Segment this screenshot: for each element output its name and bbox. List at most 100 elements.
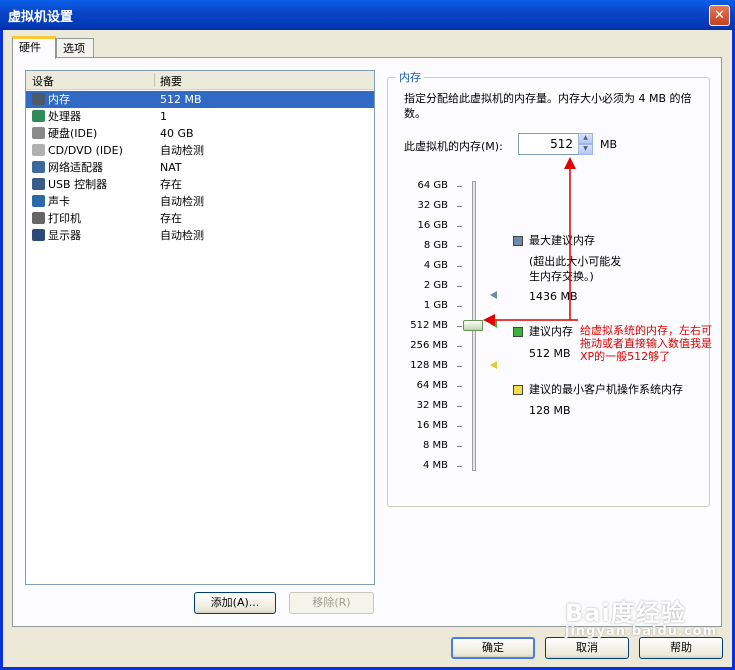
memory-spinner[interactable]: ▲ ▼ xyxy=(578,133,593,155)
watermark-url: jingyan.baidu.com xyxy=(565,624,718,639)
harddisk-icon xyxy=(32,127,45,139)
tab-hardware[interactable]: 硬件 xyxy=(12,36,56,59)
baidu-watermark: Bai度经验 jingyan.baidu.com xyxy=(565,593,717,639)
ok-button[interactable]: 确定 xyxy=(451,637,535,659)
recommended-legend-title: 建议内存 xyxy=(529,325,573,338)
device-summary: 1 xyxy=(160,110,167,123)
scale-tick xyxy=(457,426,462,427)
recommended-legend-value: 512 MB xyxy=(529,347,571,360)
max-legend-icon xyxy=(513,236,523,246)
monitor-icon xyxy=(32,229,45,241)
scale-label: 32 MB xyxy=(416,400,448,411)
device-list[interactable]: 设备 摘要 内存 512 MB 处理器 1 硬盘(IDE) 40 GB CD/DVD (ID… xyxy=(25,70,375,585)
minimum-legend-icon xyxy=(513,385,523,395)
device-summary: 512 MB xyxy=(160,91,202,108)
spin-up-icon[interactable]: ▲ xyxy=(578,133,593,144)
device-list-header: 设备 摘要 xyxy=(26,71,374,90)
tab-options[interactable]: 选项 xyxy=(56,38,94,58)
memory-input[interactable]: 512 xyxy=(518,133,579,155)
window-title: 虚拟机设置 xyxy=(8,10,74,25)
max-marker-icon xyxy=(490,291,497,299)
device-name: 内存 xyxy=(48,91,70,108)
device-row[interactable]: 声卡 自动检测 xyxy=(26,193,374,210)
memory-icon xyxy=(32,93,45,105)
remove-button[interactable]: 移除(R) xyxy=(289,592,374,614)
device-summary: 存在 xyxy=(160,178,182,191)
device-name: 硬盘(IDE) xyxy=(48,127,98,140)
scale-label: 4 MB xyxy=(422,460,448,471)
device-summary: 自动检测 xyxy=(160,144,204,157)
annotation-text: 给虚拟系统的内存，左右可拖动或者直接输入数值我是XP的一般512够了 xyxy=(580,324,712,363)
scale-label: 4 GB xyxy=(423,260,448,271)
close-icon[interactable]: ✕ xyxy=(709,5,730,26)
cancel-button[interactable]: 取消 xyxy=(545,637,629,659)
device-name: 打印机 xyxy=(48,212,81,225)
recommended-marker-icon xyxy=(490,320,497,328)
minimum-legend-value: 128 MB xyxy=(529,404,571,417)
scale-tick xyxy=(457,326,462,327)
minimum-marker-icon xyxy=(490,361,497,369)
device-row[interactable]: 内存 512 MB xyxy=(26,91,374,108)
scale-tick xyxy=(457,206,462,207)
device-row[interactable]: 硬盘(IDE) 40 GB xyxy=(26,125,374,142)
scale-tick xyxy=(457,386,462,387)
column-summary[interactable]: 摘要 xyxy=(160,73,182,89)
scale-label: 16 GB xyxy=(417,220,448,231)
scale-tick xyxy=(457,186,462,187)
memory-slider-thumb[interactable] xyxy=(463,320,483,331)
device-row[interactable]: 网络适配器 NAT xyxy=(26,159,374,176)
scale-tick xyxy=(457,306,462,307)
device-name: USB 控制器 xyxy=(48,178,108,191)
scale-tick xyxy=(457,246,462,247)
device-name: 显示器 xyxy=(48,229,81,242)
scale-label: 32 GB xyxy=(417,200,448,211)
max-legend-note: (超出此大小可能发生内存交换。) xyxy=(529,255,622,283)
device-row[interactable]: 处理器 1 xyxy=(26,108,374,125)
scale-label: 8 MB xyxy=(422,440,448,451)
device-row[interactable]: CD/DVD (IDE) 自动检测 xyxy=(26,142,374,159)
column-device[interactable]: 设备 xyxy=(32,73,54,89)
scale-label: 1 GB xyxy=(423,300,448,311)
memory-group-title: 内存 xyxy=(396,69,424,85)
scale-label: 512 MB xyxy=(410,320,448,331)
title-bar[interactable]: 虚拟机设置 ✕ xyxy=(0,0,735,30)
device-summary: 自动检测 xyxy=(160,229,204,242)
device-summary: 存在 xyxy=(160,212,182,225)
max-legend-title: 最大建议内存 xyxy=(529,234,595,247)
spin-down-icon[interactable]: ▼ xyxy=(578,144,593,155)
add-button[interactable]: 添加(A)... xyxy=(194,592,276,614)
memory-field-label: 此虚拟机的内存(M): xyxy=(404,140,503,153)
printer-icon xyxy=(32,212,45,224)
minimum-legend-title: 建议的最小客户机操作系统内存 xyxy=(529,383,683,396)
memory-unit: MB xyxy=(600,138,618,151)
network-icon xyxy=(32,161,45,173)
scale-tick xyxy=(457,466,462,467)
device-name: 处理器 xyxy=(48,110,81,123)
help-button[interactable]: 帮助 xyxy=(639,637,723,659)
device-summary: 自动检测 xyxy=(160,195,204,208)
device-name: 网络适配器 xyxy=(48,161,103,174)
scale-label: 64 MB xyxy=(416,380,448,391)
scale-tick xyxy=(457,366,462,367)
scale-label: 16 MB xyxy=(416,420,448,431)
watermark-brand: Bai度经验 xyxy=(565,599,686,627)
recommended-legend-icon xyxy=(513,327,523,337)
scale-label: 2 GB xyxy=(423,280,448,291)
memory-description: 指定分配给此虚拟机的内存量。内存大小必须为 4 MB 的倍数。 xyxy=(404,92,692,120)
device-row[interactable]: 显示器 自动检测 xyxy=(26,227,374,244)
scale-tick xyxy=(457,446,462,447)
device-row[interactable]: 打印机 存在 xyxy=(26,210,374,227)
device-name: CD/DVD (IDE) xyxy=(48,144,123,157)
cpu-icon xyxy=(32,110,45,122)
scale-tick xyxy=(457,286,462,287)
device-summary: NAT xyxy=(160,161,182,174)
device-row[interactable]: USB 控制器 存在 xyxy=(26,176,374,193)
device-summary: 40 GB xyxy=(160,127,194,140)
device-name: 声卡 xyxy=(48,195,70,208)
scale-tick xyxy=(457,346,462,347)
scale-label: 256 MB xyxy=(410,340,448,351)
max-legend-value: 1436 MB xyxy=(529,290,578,303)
scale-tick xyxy=(457,406,462,407)
scale-label: 8 GB xyxy=(423,240,448,251)
scale-tick xyxy=(457,226,462,227)
